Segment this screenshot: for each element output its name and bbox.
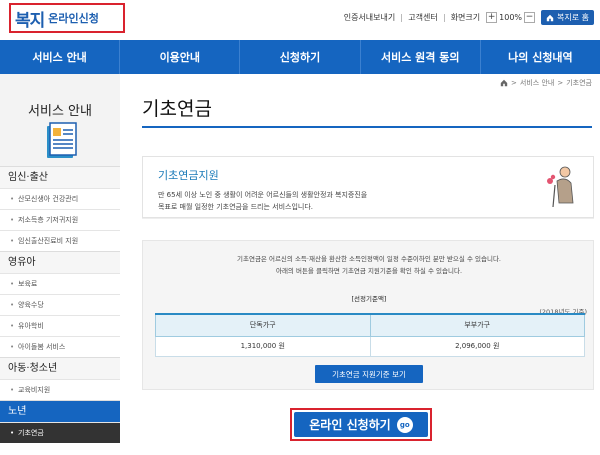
online-apply-label: 온라인 신청하기: [309, 418, 391, 432]
customer-center-link[interactable]: 고객센터: [408, 12, 437, 23]
nav-usage-guide[interactable]: 이용안내: [120, 40, 241, 74]
sidebar-item-parenting-allowance[interactable]: 양육수당: [0, 294, 120, 316]
sidebar-title: 서비스 안내: [28, 104, 92, 119]
welfare-home-label: 복지로 홈: [557, 13, 589, 22]
online-apply-button[interactable]: 온라인 신청하기 go: [294, 412, 428, 437]
page-title: 기초연금: [142, 98, 212, 120]
utility-bar: 인증서내보내기 고객센터 화면크기 + 100% − 복지로 홈: [344, 10, 594, 25]
home-icon[interactable]: [500, 79, 508, 87]
sidebar-item-education-support[interactable]: 교육비지원: [0, 379, 120, 401]
breadcrumb-current: 기초연금: [566, 79, 592, 87]
zoom-out-button[interactable]: −: [524, 12, 536, 23]
sidebar-item-basic-pension[interactable]: 기초연금: [0, 422, 120, 444]
table-header-row: 단독가구 부부가구: [155, 313, 585, 337]
view-criteria-button[interactable]: 기초연금 지원기준 보기: [315, 365, 423, 383]
zoom-value: 100%: [499, 13, 523, 22]
breadcrumb-separator: >: [557, 79, 564, 87]
sidebar: 서비스 안내 임신·출산 산모신생아 건강관리 저소득층 기저귀지원 임신출산진…: [0, 74, 120, 455]
title-divider: [142, 126, 592, 128]
table-header-couple: 부부가구: [369, 313, 585, 337]
service-info-text: 목표로 매월 일정한 기초연금을 드리는 서비스입니다.: [158, 203, 314, 211]
elderly-person-icon: [547, 166, 574, 208]
table-header-single: 단독가구: [155, 313, 371, 337]
main-nav: 서비스 안내 이용안내 신청하기 서비스 원격 동의 나의 신청내역: [0, 40, 600, 74]
sidebar-group-senior[interactable]: 노년: [0, 400, 120, 422]
divider: [443, 13, 445, 22]
criteria-table: 단독가구 부부가구 1,310,000 원 2,096,000 원: [155, 313, 585, 357]
criteria-caption: [선정기준액]: [351, 295, 387, 303]
table-cell-single: 1,310,000 원: [155, 335, 371, 357]
sidebar-group-youth[interactable]: 아동·청소년: [0, 357, 120, 379]
sidebar-item-diaper-support[interactable]: 저소득층 기저귀지원: [0, 209, 120, 231]
zoom-in-button[interactable]: +: [486, 12, 498, 23]
nav-service-info[interactable]: 서비스 안내: [0, 40, 121, 74]
sidebar-item-maternal-care[interactable]: 산모신생아 건강관리: [0, 188, 120, 210]
zoom-label: 화면크기: [450, 13, 481, 22]
criteria-box: 기초연금은 어르신의 소득·재산을 환산한 소득인정액이 일정 수준이하인 분만…: [142, 240, 594, 390]
table-cell-couple: 2,096,000 원: [369, 335, 585, 357]
criteria-text: 아래의 버튼을 클릭하면 기초연금 지원기준을 확인 하실 수 있습니다.: [275, 267, 463, 275]
top-header: 복지 온라인신청 인증서내보내기 고객센터 화면크기 + 100% − 복지로 …: [0, 0, 600, 40]
sidebar-item-preschool-fee[interactable]: 유아학비: [0, 315, 120, 337]
sidebar-group-infant[interactable]: 영유아: [0, 251, 120, 273]
sidebar-group-pregnancy[interactable]: 임신·출산: [0, 166, 120, 188]
go-icon: go: [396, 416, 413, 433]
breadcrumb: > 서비스 안내 > 기초연금: [500, 78, 592, 88]
breadcrumb-separator: >: [511, 79, 517, 87]
criteria-text: 기초연금은 어르신의 소득·재산을 환산한 소득인정액이 일정 수준이하인 분만…: [237, 255, 501, 263]
zoom-control: + 100% −: [486, 12, 536, 23]
logo-mark: 복지: [15, 10, 45, 31]
divider: [401, 13, 403, 22]
table-row: 1,310,000 원 2,096,000 원: [155, 335, 585, 357]
home-icon: [546, 14, 554, 21]
logo-subtitle: 온라인신청: [48, 12, 99, 25]
sidebar-item-childcare-service[interactable]: 아이돌봄 서비스: [0, 336, 120, 358]
welfare-home-button[interactable]: 복지로 홈: [541, 10, 594, 25]
service-info-title: 기초연금지원: [158, 169, 219, 182]
sidebar-header: 서비스 안내: [0, 74, 120, 166]
nav-my-applications[interactable]: 나의 신청내역: [481, 40, 600, 74]
nav-apply[interactable]: 신청하기: [240, 40, 361, 74]
nav-remote-consent[interactable]: 서비스 원격 동의: [361, 40, 481, 74]
document-icon: [47, 122, 77, 158]
site-logo[interactable]: 복지 온라인신청: [9, 3, 125, 33]
apply-button-highlight: 온라인 신청하기 go: [290, 408, 432, 441]
sidebar-item-pregnancy-medical[interactable]: 임신출산진료비 지원: [0, 230, 120, 252]
breadcrumb-item[interactable]: 서비스 안내: [520, 78, 554, 88]
service-info-box: 기초연금지원 만 65세 이상 노인 중 생활이 어려운 어르신들의 생활안정과…: [142, 156, 594, 218]
export-certificate-link[interactable]: 인증서내보내기: [344, 12, 396, 23]
sidebar-item-childcare-fee[interactable]: 보육료: [0, 273, 120, 295]
service-info-text: 만 65세 이상 노인 중 생활이 어려운 어르신들의 생활안정과 복지증진을: [158, 191, 368, 199]
